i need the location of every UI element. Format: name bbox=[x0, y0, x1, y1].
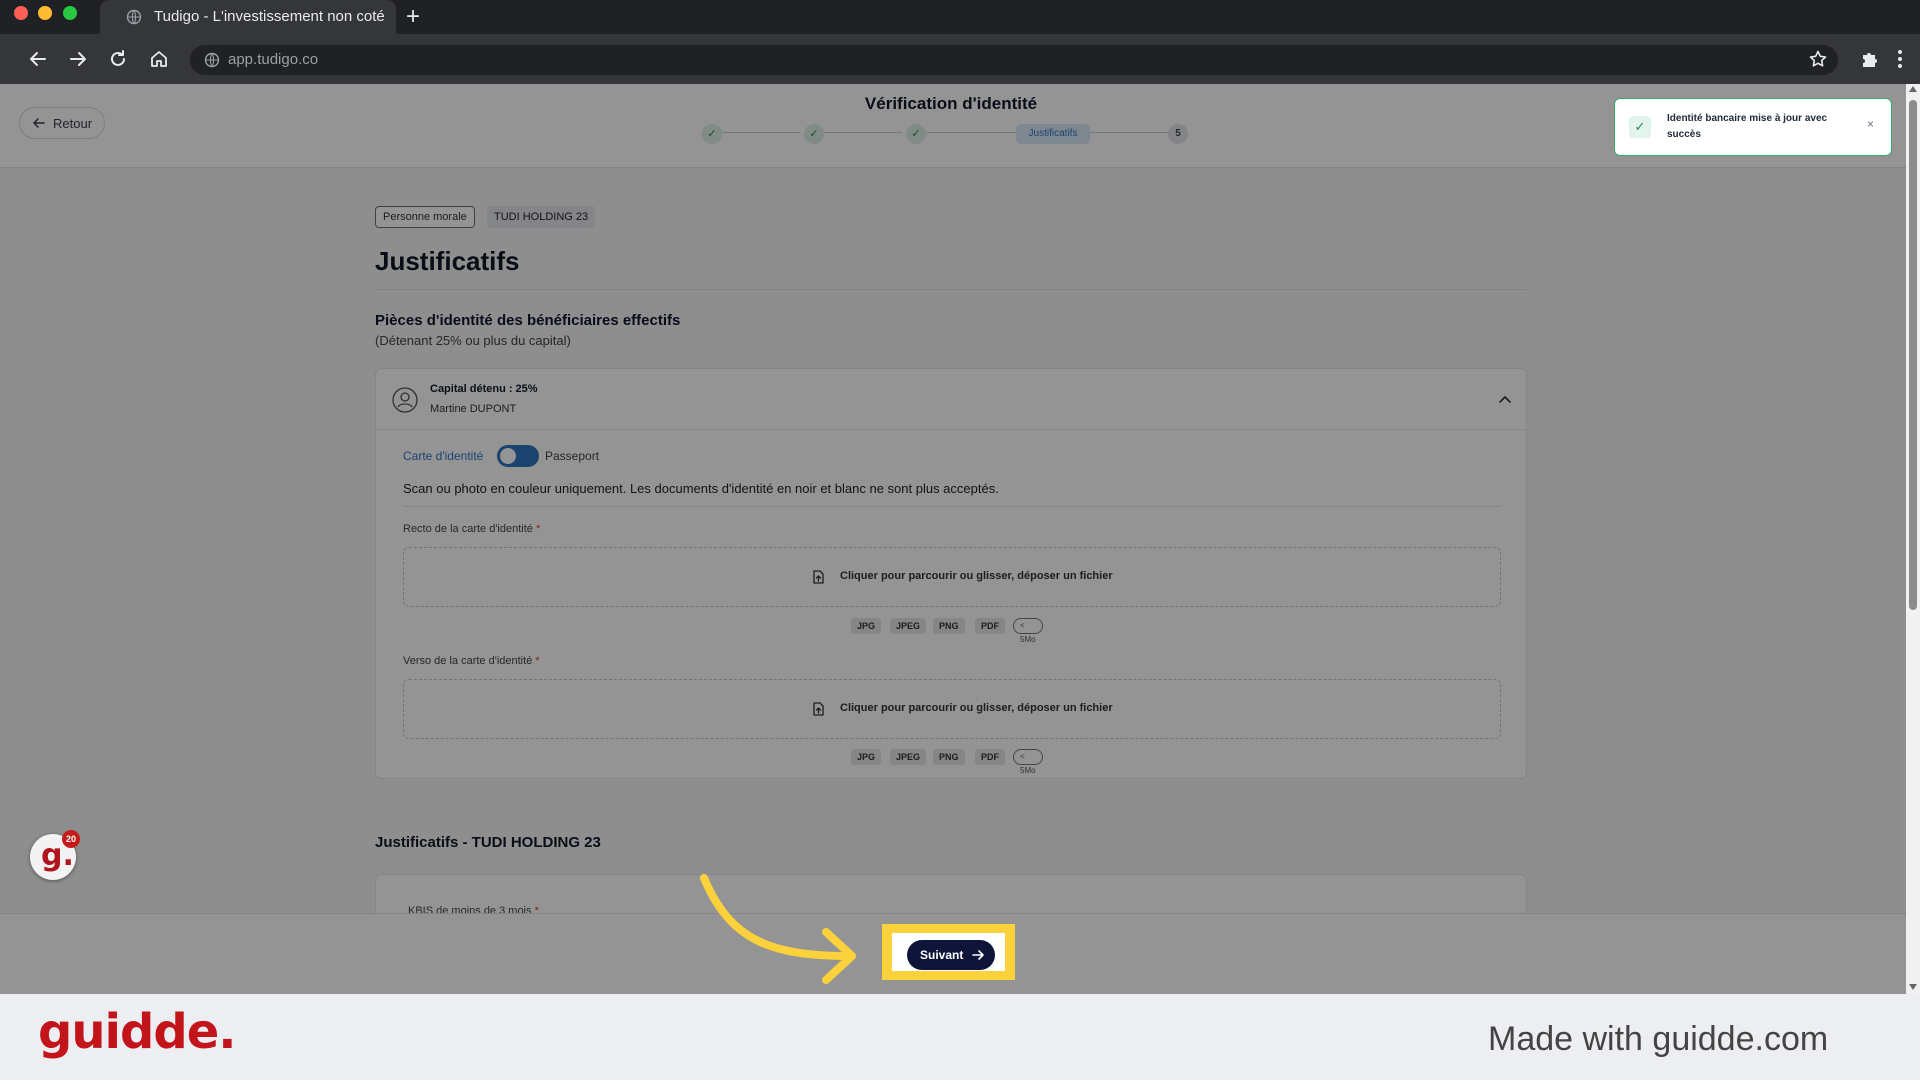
notification-count: 20 bbox=[62, 830, 80, 848]
page-viewport: Retour Vérification d'identité ✓ ✓ ✓ Jus… bbox=[0, 84, 1906, 994]
next-label: Suivant bbox=[920, 948, 964, 962]
guidde-logo: guidde. bbox=[38, 1004, 236, 1060]
address-bar[interactable]: app.tudigo.co bbox=[190, 45, 1838, 75]
window-maximize-button[interactable] bbox=[63, 6, 77, 20]
site-info-icon[interactable] bbox=[204, 52, 220, 68]
made-with-guidde: Made with guidde.com bbox=[1488, 1020, 1829, 1058]
new-tab-button[interactable]: + bbox=[406, 3, 420, 31]
dim-overlay bbox=[0, 84, 1906, 994]
back-arrow-icon[interactable] bbox=[27, 48, 49, 70]
extensions-puzzle-icon[interactable] bbox=[1860, 49, 1880, 69]
close-icon[interactable]: × bbox=[1867, 117, 1874, 131]
browser-toolbar: app.tudigo.co bbox=[0, 34, 1920, 84]
guidde-avatar-badge[interactable]: g. 20 bbox=[30, 830, 80, 880]
browser-tab[interactable]: Tudigo - L'investissement non coté bbox=[100, 0, 396, 34]
check-icon: ✓ bbox=[1629, 116, 1651, 138]
forward-arrow-icon[interactable] bbox=[67, 48, 89, 70]
window-minimize-button[interactable] bbox=[38, 6, 52, 20]
arrow-right-icon bbox=[972, 950, 984, 960]
window-close-button[interactable] bbox=[14, 6, 28, 20]
pointer-arrow-icon bbox=[700, 874, 856, 984]
browser-menu-icon[interactable] bbox=[1894, 48, 1906, 70]
guidde-watermark-bar: guidde. Made with guidde.com bbox=[0, 994, 1920, 1080]
page-scrollbar[interactable] bbox=[1906, 84, 1920, 994]
home-icon[interactable] bbox=[148, 48, 170, 70]
scroll-down-arrow[interactable] bbox=[1909, 984, 1917, 990]
scroll-thumb[interactable] bbox=[1909, 100, 1917, 610]
url-text[interactable]: app.tudigo.co bbox=[228, 51, 318, 68]
tab-title: Tudigo - L'investissement non coté bbox=[154, 8, 385, 25]
globe-icon bbox=[126, 9, 142, 25]
toast-message: Identité bancaire mise à jour avec succè… bbox=[1667, 113, 1828, 140]
success-toast: ✓ Identité bancaire mise à jour avec suc… bbox=[1614, 98, 1892, 156]
bookmark-star-icon[interactable] bbox=[1808, 49, 1828, 69]
scroll-up-arrow[interactable] bbox=[1909, 86, 1917, 92]
reload-icon[interactable] bbox=[107, 48, 129, 70]
browser-titlebar: Tudigo - L'investissement non coté + bbox=[0, 0, 1920, 34]
next-button[interactable]: Suivant bbox=[907, 940, 995, 970]
